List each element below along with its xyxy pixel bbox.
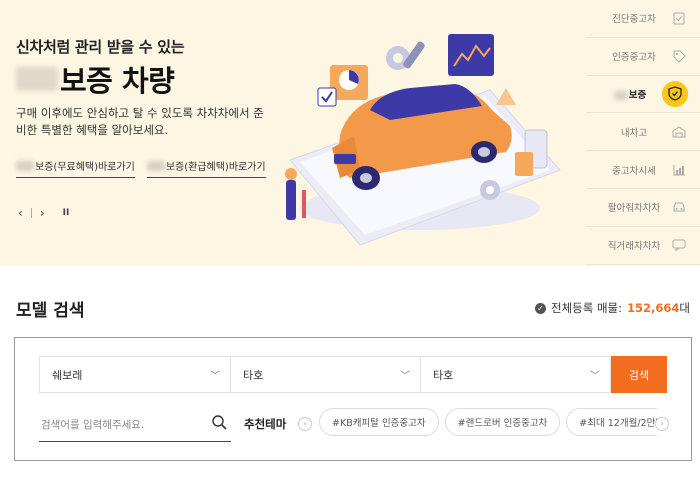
model-select-value: 타호 <box>243 368 264 382</box>
theme-tag[interactable]: #랜드로버 인증중고차 <box>444 408 561 436</box>
chevron-down-icon: ﹀ <box>400 371 410 382</box>
brand-name-blurred <box>146 160 165 171</box>
tags-prev-button[interactable]: ‹ <box>298 417 312 431</box>
model-search-title: 모델 검색 <box>16 301 85 321</box>
theme-tag-list: #KB캐피탈 인증중고차 #랜드로버 인증중고차 #최대 12개월/2만km 보… <box>319 408 657 438</box>
pause-button[interactable]: II <box>63 208 70 218</box>
detail-model-select-value: 타호 <box>433 368 454 382</box>
total-label: 전체등록 매물: <box>551 301 623 315</box>
sidebar-item-my-garage[interactable]: 내차고 <box>586 113 700 152</box>
theme-tag[interactable]: #최대 12개월/2만km 보증 <box>566 408 657 436</box>
car-icon <box>670 198 688 216</box>
manufacturer-select-value: 쉐보레 <box>52 368 83 382</box>
model-search-box: 쉐보레 ﹀ 타호 ﹀ 타호 ﹀ 검색 추천테마 ‹ #KB캐피탈 인증중고차 #… <box>14 337 692 461</box>
sidebar-item-label: 보증 <box>598 87 662 101</box>
brand-name-blurred <box>613 90 628 100</box>
sidebar-item-warranty[interactable]: 보증 <box>586 76 700 114</box>
divider <box>30 208 32 218</box>
total-count: 152,664 <box>627 301 680 315</box>
total-unit: 대 <box>679 301 690 315</box>
free-warranty-link[interactable]: 보증(무료혜택)바로가기 <box>16 158 135 178</box>
keyword-search-field <box>39 408 231 442</box>
clipboard-icon <box>670 9 688 27</box>
sidebar-item-label: 인증중고차 <box>612 52 656 64</box>
banner-links: 보증(무료혜택)바로가기 보증(환급혜택)바로가기 <box>16 158 266 178</box>
sidebar-item-label: 내차고 <box>620 127 648 139</box>
brand-logo-blurred <box>16 67 58 91</box>
sidebar-item-label: 직거래차차차 <box>607 241 661 253</box>
total-listings: ✓ 전체등록 매물: 152,664 대 <box>535 300 690 316</box>
manufacturer-select[interactable]: 쉐보레 ﹀ <box>39 356 231 393</box>
sidebar-item-diagnosed-cars[interactable]: 진단중고차 <box>586 0 700 38</box>
free-warranty-link-label: 보증(무료혜택)바로가기 <box>35 162 135 173</box>
banner-description: 구매 이후에도 안심하고 탈 수 있도록 차차차에서 준비한 특별한 혜택을 알… <box>16 106 264 137</box>
next-slide-button[interactable]: › <box>40 206 45 220</box>
chat-icon <box>670 236 688 254</box>
keyword-input[interactable] <box>41 418 191 431</box>
sidebar-item-direct-trade[interactable]: 직거래차차차 <box>586 227 700 265</box>
refund-warranty-link[interactable]: 보증(환급혜택)바로가기 <box>146 158 266 178</box>
shield-check-icon <box>662 80 688 107</box>
tags-next-button[interactable]: › <box>655 417 669 431</box>
model-select[interactable]: 타호 ﹀ <box>230 356 421 393</box>
refund-warranty-link-label: 보증(환급혜택)바로가기 <box>165 162 266 173</box>
sidebar-item-label: 중고차시세 <box>612 165 656 177</box>
banner-subtitle: 신차처럼 관리 받을 수 있는 <box>16 38 185 56</box>
chevron-down-icon: ﹀ <box>590 371 600 382</box>
prev-slide-button[interactable]: ‹ <box>18 206 23 220</box>
banner-title: 보증 차량 <box>16 58 175 100</box>
sidebar-item-sell-my-car[interactable]: 팔아줘차차차 <box>586 189 700 227</box>
sidebar-item-label: 진단중고차 <box>612 14 656 26</box>
detail-model-select[interactable]: 타호 ﹀ <box>420 356 611 393</box>
search-button[interactable]: 검색 <box>611 356 667 393</box>
sidebar-item-certified-cars[interactable]: 인증중고차 <box>586 38 700 76</box>
sidebar-item-market-price[interactable]: 중고차시세 <box>586 151 700 189</box>
recommended-theme-label: 추천테마 <box>244 417 287 431</box>
sidebar-item-label: 팔아줘차차차 <box>607 203 661 215</box>
chart-icon <box>670 161 688 179</box>
theme-tag[interactable]: #KB캐피탈 인증중고차 <box>319 408 439 436</box>
promo-banner: 신차처럼 관리 받을 수 있는 보증 차량 구매 이후에도 안심하고 탈 수 있… <box>0 0 700 266</box>
search-icon[interactable] <box>212 415 227 434</box>
quick-menu-sidebar: 진단중고차 인증중고차 보증 내차고 중고차시세 팔아줘차차차 직거래차차차 <box>586 0 700 266</box>
chevron-down-icon: ﹀ <box>210 371 220 382</box>
brand-name-blurred <box>16 160 34 171</box>
garage-icon <box>670 123 688 141</box>
tag-icon <box>670 47 688 65</box>
car-illustration <box>285 34 561 246</box>
banner-title-text: 보증 차량 <box>60 64 175 98</box>
carousel-controls: ‹ › II <box>18 206 69 220</box>
check-icon: ✓ <box>535 302 546 314</box>
